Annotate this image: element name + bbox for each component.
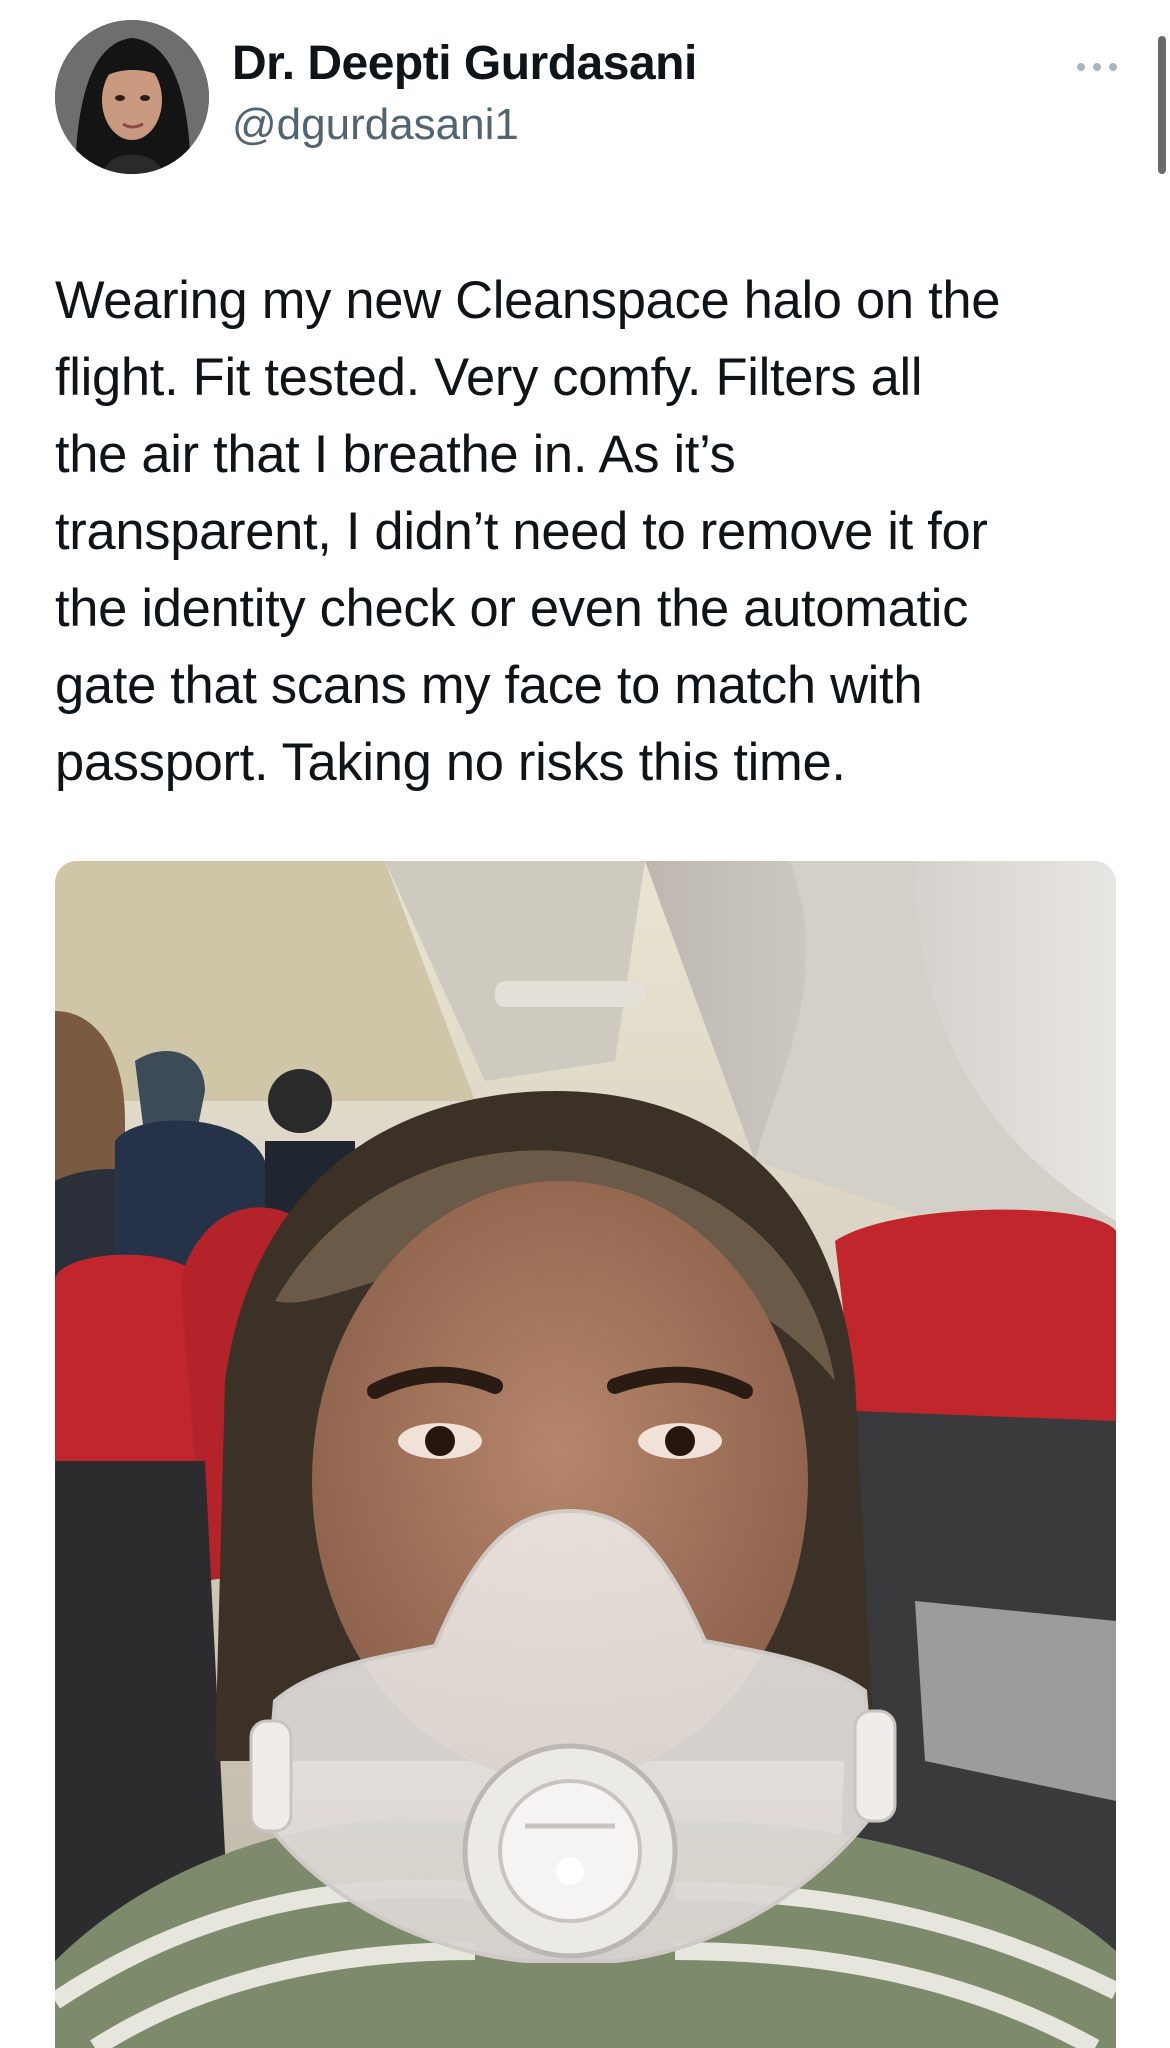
- avatar-photo: [55, 20, 209, 174]
- airplane-cabin-selfie: [55, 861, 1116, 2048]
- more-horizontal-icon: [1077, 63, 1117, 71]
- user-handle[interactable]: @dgurdasani1: [232, 100, 519, 150]
- more-options-button[interactable]: [1072, 42, 1122, 92]
- tweet-photo[interactable]: [55, 861, 1116, 2048]
- display-name[interactable]: Dr. Deepti Gurdasani: [232, 36, 697, 91]
- avatar[interactable]: [55, 20, 209, 174]
- tweet-text: Wearing my new Cleanspace halo on the fl…: [55, 271, 1001, 792]
- scrollbar[interactable]: [1158, 36, 1166, 174]
